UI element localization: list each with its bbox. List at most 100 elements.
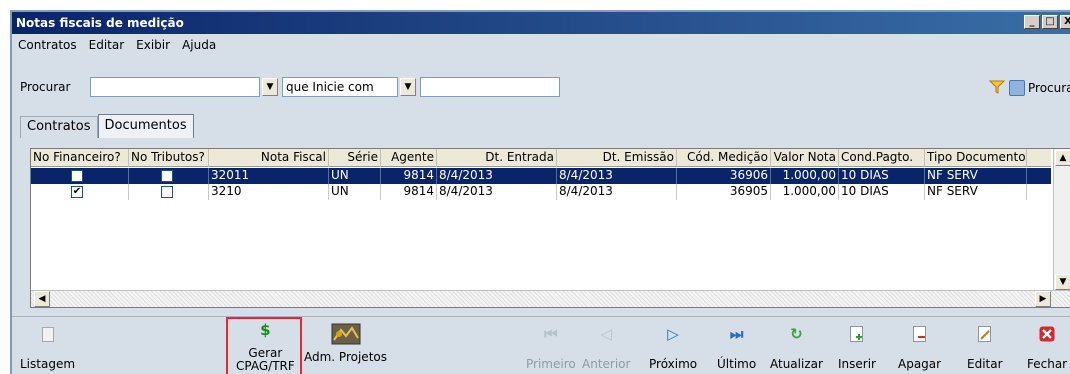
vertical-scrollbar[interactable]: ▲ ▼ (1053, 149, 1070, 291)
cpag-label: CPAG/TRF (236, 359, 295, 373)
search-bar: Procurar ▼ que Inicie com ▼ Procurar (16, 77, 1070, 99)
cell-valor: 1.000,00 (771, 184, 839, 200)
checkbox-tributos[interactable] (161, 186, 173, 198)
refresh-icon: ↻ (790, 325, 803, 343)
checkbox-tributos[interactable] (161, 170, 173, 182)
table-row[interactable]: 32011 UN 9814 8/4/2013 8/4/2013 36906 1.… (31, 168, 1051, 184)
atualizar-label: Atualizar (770, 357, 823, 371)
search-field-select[interactable] (90, 77, 260, 97)
tab-contratos[interactable]: Contratos (20, 116, 98, 138)
documents-grid: No Financeiro? No Tributos? Nota Fiscal … (30, 148, 1070, 308)
search-button-label: Procurar (1028, 81, 1070, 95)
title-bar: Notas fiscais de medição _ □ X (12, 12, 1070, 34)
cell-medicao: 36906 (677, 168, 771, 184)
minimize-button[interactable]: _ (1024, 15, 1040, 29)
document-icon (39, 325, 57, 343)
col-no-tributos[interactable]: No Tributos? (129, 149, 209, 167)
cell-entrada: 8/4/2013 (437, 168, 557, 184)
apagar-label: Apagar (898, 357, 942, 371)
chevron-down-icon[interactable]: ▼ (262, 78, 278, 96)
scroll-left-button[interactable]: ◀ (34, 291, 50, 307)
cell-tipo: NF SERV (925, 168, 1027, 184)
atualizar-button[interactable]: ↻ Atualizar (770, 325, 823, 371)
cell-nota: 3210 (209, 184, 329, 200)
window-controls: _ □ X (1024, 15, 1070, 29)
col-tipo-documento[interactable]: Tipo Documento (925, 149, 1027, 167)
cell-serie: UN (329, 184, 381, 200)
apagar-button[interactable]: Apagar (898, 325, 941, 371)
window-title: Notas fiscais de medição (16, 16, 184, 30)
cell-financeiro: ✔ (31, 184, 129, 200)
cell-entrada: 8/4/2013 (437, 184, 557, 200)
proximo-button[interactable]: ▷ Próximo (649, 325, 697, 371)
col-serie[interactable]: Série (329, 149, 381, 167)
menu-ajuda[interactable]: Ajuda (180, 38, 218, 56)
col-dt-emissao[interactable]: Dt. Emissão (557, 149, 677, 167)
cell-tributos (129, 184, 209, 200)
menu-contratos[interactable]: Contratos (16, 38, 79, 56)
table-row[interactable]: ✔ 3210 UN 9814 8/4/2013 8/4/2013 36905 1… (31, 184, 1051, 200)
cell-cond: 10 DIAS (839, 184, 925, 200)
cell-nota: 32011 (209, 168, 329, 184)
ultimo-label: Último (717, 357, 757, 371)
primeiro-button[interactable]: ⏮ Primeiro (526, 325, 576, 371)
dollar-icon: $ (260, 321, 271, 339)
col-agente[interactable]: Agente (381, 149, 437, 167)
scroll-right-button[interactable]: ▶ (1035, 291, 1051, 307)
search-mode-select[interactable]: que Inicie com (282, 77, 398, 97)
insert-icon (848, 325, 866, 343)
col-cod-medicao[interactable]: Cód. Medição (677, 149, 771, 167)
cell-valor: 1.000,00 (771, 168, 839, 184)
adm-projetos-button[interactable]: Adm. Projetos (304, 321, 387, 364)
anterior-button[interactable]: ◁ Anterior (582, 325, 630, 371)
tab-strip: Contratos Documentos (20, 114, 194, 138)
fechar-button[interactable]: Fechar (1027, 325, 1067, 371)
fechar-label: Fechar (1027, 357, 1068, 371)
col-valor-nota[interactable]: Valor Nota (771, 149, 839, 167)
listagem-button[interactable]: Listagem (20, 325, 75, 371)
search-button[interactable]: Procurar (1009, 78, 1070, 98)
editar-button[interactable]: Editar (967, 325, 1003, 371)
col-nota-fiscal[interactable]: Nota Fiscal (209, 149, 329, 167)
search-label: Procurar (20, 80, 71, 94)
cell-emissao: 8/4/2013 (557, 184, 677, 200)
chevron-down-icon[interactable]: ▼ (400, 78, 416, 96)
cell-tipo: NF SERV (925, 184, 1027, 200)
last-record-icon: ⏭ (729, 325, 744, 343)
next-icon: ▷ (667, 325, 679, 343)
cell-agente: 9814 (381, 168, 437, 184)
menu-exibir[interactable]: Exibir (134, 38, 172, 56)
menu-editar[interactable]: Editar (87, 38, 127, 56)
cell-agente: 9814 (381, 184, 437, 200)
checkbox-financeiro[interactable]: ✔ (71, 186, 83, 198)
col-cond-pagto[interactable]: Cond.Pagto. (839, 149, 925, 167)
filter-icon[interactable] (989, 80, 1005, 94)
cell-emissao: 8/4/2013 (557, 168, 677, 184)
delete-icon (911, 325, 929, 343)
search-icon (1009, 80, 1025, 96)
horizontal-scrollbar[interactable]: ◀ ▶ (31, 290, 1070, 307)
col-no-financeiro[interactable]: No Financeiro? (31, 149, 129, 167)
cell-financeiro (31, 168, 129, 184)
cell-medicao: 36905 (677, 184, 771, 200)
proximo-label: Próximo (649, 357, 698, 371)
cell-serie: UN (329, 168, 381, 184)
edit-icon (976, 325, 994, 343)
gerar-cpag-button[interactable]: $ Gerar CPAG/TRF (236, 321, 295, 373)
checkbox-financeiro[interactable] (71, 170, 83, 182)
grid-header: No Financeiro? No Tributos? Nota Fiscal … (31, 149, 1051, 167)
scroll-down-button[interactable]: ▼ (1055, 274, 1070, 290)
inserir-button[interactable]: Inserir (838, 325, 876, 371)
previous-icon: ◁ (600, 325, 612, 343)
close-button[interactable]: X (1060, 15, 1070, 29)
bottom-toolbar: Listagem $ Gerar CPAG/TRF Adm. Projetos … (12, 316, 1070, 374)
tab-documentos[interactable]: Documentos (97, 114, 194, 138)
editar-label: Editar (967, 357, 1003, 371)
scroll-up-button[interactable]: ▲ (1055, 150, 1070, 166)
inserir-label: Inserir (838, 357, 876, 371)
maximize-button[interactable]: □ (1042, 15, 1058, 29)
ultimo-button[interactable]: ⏭ Último (717, 325, 756, 371)
search-input[interactable] (420, 77, 560, 97)
listagem-label: Listagem (20, 357, 76, 371)
col-dt-entrada[interactable]: Dt. Entrada (437, 149, 557, 167)
